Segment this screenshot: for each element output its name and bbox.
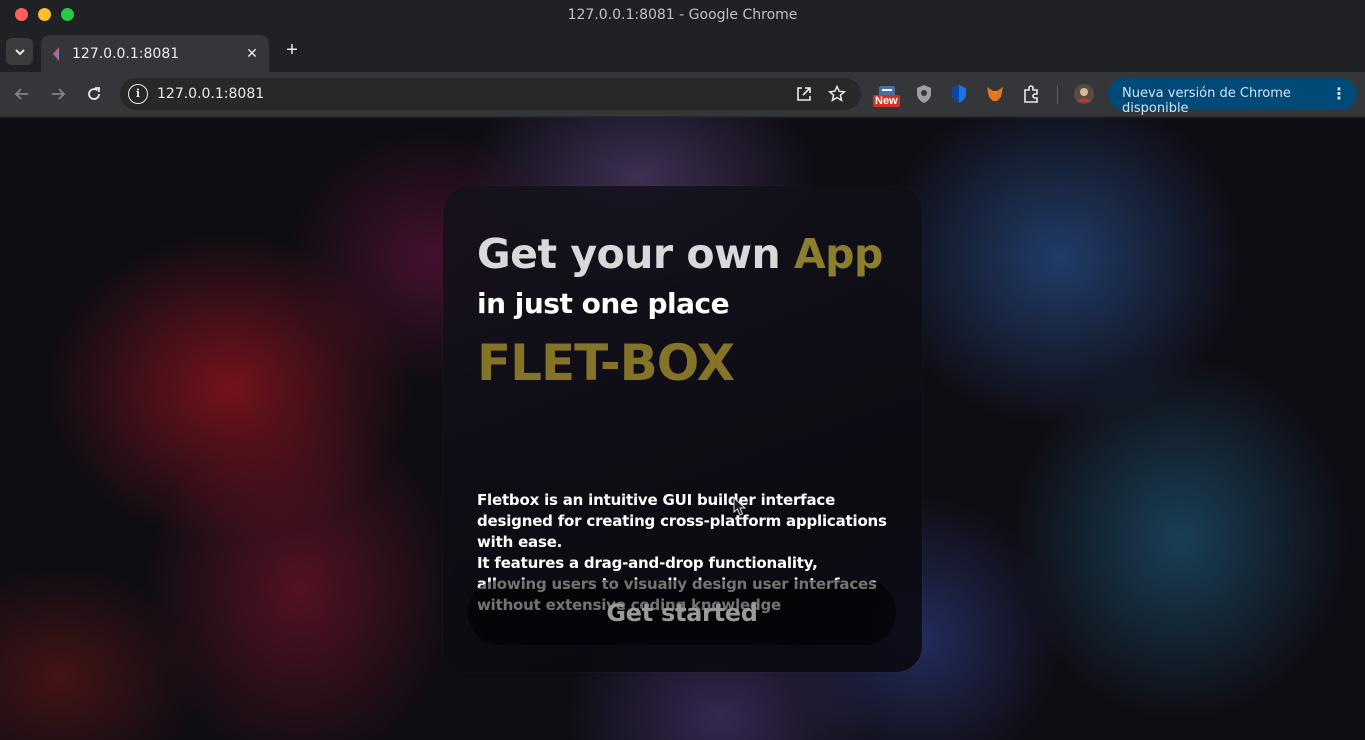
address-url[interactable]: 127.0.0.1:8081 bbox=[157, 86, 264, 102]
hero-subheadline: in just one place bbox=[477, 287, 730, 320]
flet-favicon-icon bbox=[53, 47, 59, 61]
update-label: Nueva versión de Chrome disponible bbox=[1122, 86, 1291, 116]
window-titlebar: 127.0.0.1:8081 - Google Chrome bbox=[0, 0, 1365, 31]
puzzle-icon[interactable] bbox=[1020, 83, 1042, 105]
tab-search-button[interactable] bbox=[6, 38, 33, 65]
reload-icon bbox=[88, 87, 100, 100]
tab-strip: 127.0.0.1:8081 ✕ + bbox=[0, 31, 1365, 72]
address-bar[interactable]: i 127.0.0.1:8081 bbox=[120, 78, 861, 110]
headline-accent: App bbox=[793, 230, 883, 278]
page-content: Get your own App in just one place FLET-… bbox=[0, 118, 1365, 740]
metamask-fox-icon[interactable] bbox=[984, 83, 1006, 105]
chrome-update-button[interactable]: Nueva versión de Chrome disponible ⋮ bbox=[1108, 78, 1357, 116]
get-started-button[interactable]: Get started bbox=[468, 580, 896, 645]
arrow-left-icon bbox=[14, 88, 28, 100]
forward-button[interactable] bbox=[46, 82, 70, 106]
brand-title: FLET-BOX bbox=[477, 334, 735, 392]
chevron-down-icon bbox=[14, 48, 25, 55]
open-external-icon[interactable] bbox=[794, 84, 814, 104]
more-menu-icon[interactable]: ⋮ bbox=[1331, 84, 1347, 103]
hero-headline: Get your own App bbox=[477, 230, 883, 278]
back-button[interactable] bbox=[10, 82, 34, 106]
description-line-1: Fletbox is an intuitive GUI builder inte… bbox=[477, 491, 887, 551]
browser-toolbar: i 127.0.0.1:8081 New Nueva versión de Ch bbox=[0, 72, 1365, 117]
tab-close-button[interactable]: ✕ bbox=[243, 44, 261, 62]
new-tab-button[interactable]: + bbox=[281, 40, 303, 62]
privacy-badger-icon[interactable] bbox=[948, 83, 970, 105]
tab-title: 127.0.0.1:8081 bbox=[72, 46, 180, 62]
hero-card: Get your own App in just one place FLET-… bbox=[443, 186, 922, 672]
window-title: 127.0.0.1:8081 - Google Chrome bbox=[567, 7, 798, 23]
star-icon[interactable] bbox=[827, 84, 847, 104]
reload-button[interactable] bbox=[82, 82, 106, 106]
info-icon[interactable]: i bbox=[128, 84, 148, 104]
avatar[interactable] bbox=[1073, 83, 1095, 105]
shield-extension-icon[interactable] bbox=[913, 83, 935, 105]
toolbar-divider bbox=[1057, 86, 1058, 104]
tab-active[interactable]: 127.0.0.1:8081 ✕ bbox=[41, 35, 269, 72]
arrow-right-icon bbox=[52, 88, 66, 100]
headline-prefix: Get your own bbox=[477, 230, 781, 278]
mouse-cursor-icon bbox=[733, 497, 747, 516]
extension-new-badge: New bbox=[873, 95, 900, 107]
